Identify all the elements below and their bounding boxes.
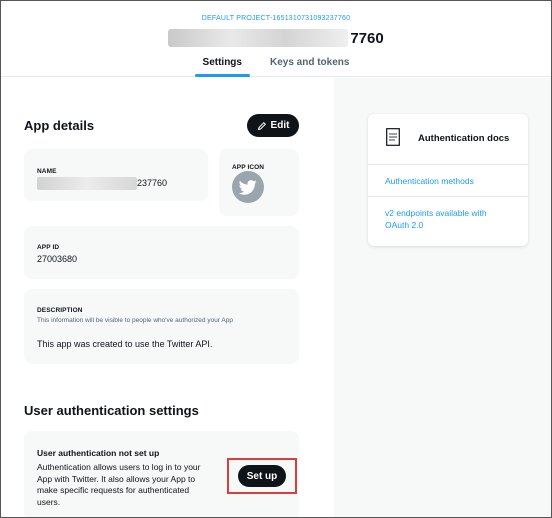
user-auth-heading: User authentication settings [24,403,199,418]
app-id-label: APP ID [37,244,60,251]
redacted-title-block [168,29,349,47]
docs-link-line: OAuth 2.0 [385,220,424,230]
page-title-suffix: 7760 [350,29,384,47]
set-up-button[interactable]: Set up [238,465,286,487]
authentication-methods-link[interactable]: Authentication methods [385,175,474,187]
tab-bar: Settings Keys and tokens [1,55,551,77]
user-auth-status: User authentication not set up [37,448,160,458]
pencil-icon [257,121,266,130]
twitter-bird-icon [239,179,257,195]
tab-keys-and-tokens[interactable]: Keys and tokens [266,55,353,77]
user-auth-description-line: Authentication allows users to log in to… [37,462,201,472]
app-icon-label: APP ICON [232,164,265,171]
page-header: DEFAULT PROJECT-1651310731093237760 7760… [1,1,551,77]
main-content: App details Edit NAME 237760 APP ICON AP… [1,78,334,517]
docs-divider [368,196,528,197]
app-name-label: NAME [37,168,57,175]
app-id-value: 27003680 [37,254,78,264]
project-breadcrumb-link[interactable]: DEFAULT PROJECT-1651310731093237760 [1,15,551,22]
app-name-value: 237760 [137,178,168,188]
docs-card-header: Authentication docs [368,114,528,165]
app-id-card: APP ID 27003680 [24,226,299,279]
redacted-app-name [37,177,137,190]
docs-link-line: v2 endpoints available with [385,208,487,218]
description-value: This app was created to use the Twitter … [37,339,213,349]
authentication-docs-card: Authentication docs Authentication metho… [368,114,528,246]
description-label: DESCRIPTION [37,307,83,314]
app-name-card: NAME 237760 [24,149,208,201]
user-auth-description: Authentication allows users to log in to… [37,462,232,508]
edit-button[interactable]: Edit [247,114,299,137]
tab-settings[interactable]: Settings [194,55,251,77]
docs-card-title: Authentication docs [418,133,510,144]
app-window: DEFAULT PROJECT-1651310731093237760 7760… [0,0,552,518]
app-avatar [232,171,264,203]
side-panel: Authentication docs Authentication metho… [334,78,551,517]
user-auth-description-line: App with Twitter. It also allows your Ap… [37,473,196,484]
docs-link-line: Authentication methods [385,176,474,186]
user-auth-description-line: make specific requests for authenticated [37,485,190,495]
user-auth-description-line: users. [37,496,61,507]
page-title: 7760 [1,26,551,50]
v2-endpoints-link[interactable]: v2 endpoints available with OAuth 2.0 [385,207,487,231]
app-description-card: DESCRIPTION This information will be vis… [24,289,299,364]
document-icon [386,128,400,146]
description-hint: This information will be visible to peop… [37,317,233,324]
app-icon-card: APP ICON [219,149,299,216]
app-details-heading: App details [24,118,95,133]
edit-button-label: Edit [270,120,290,131]
